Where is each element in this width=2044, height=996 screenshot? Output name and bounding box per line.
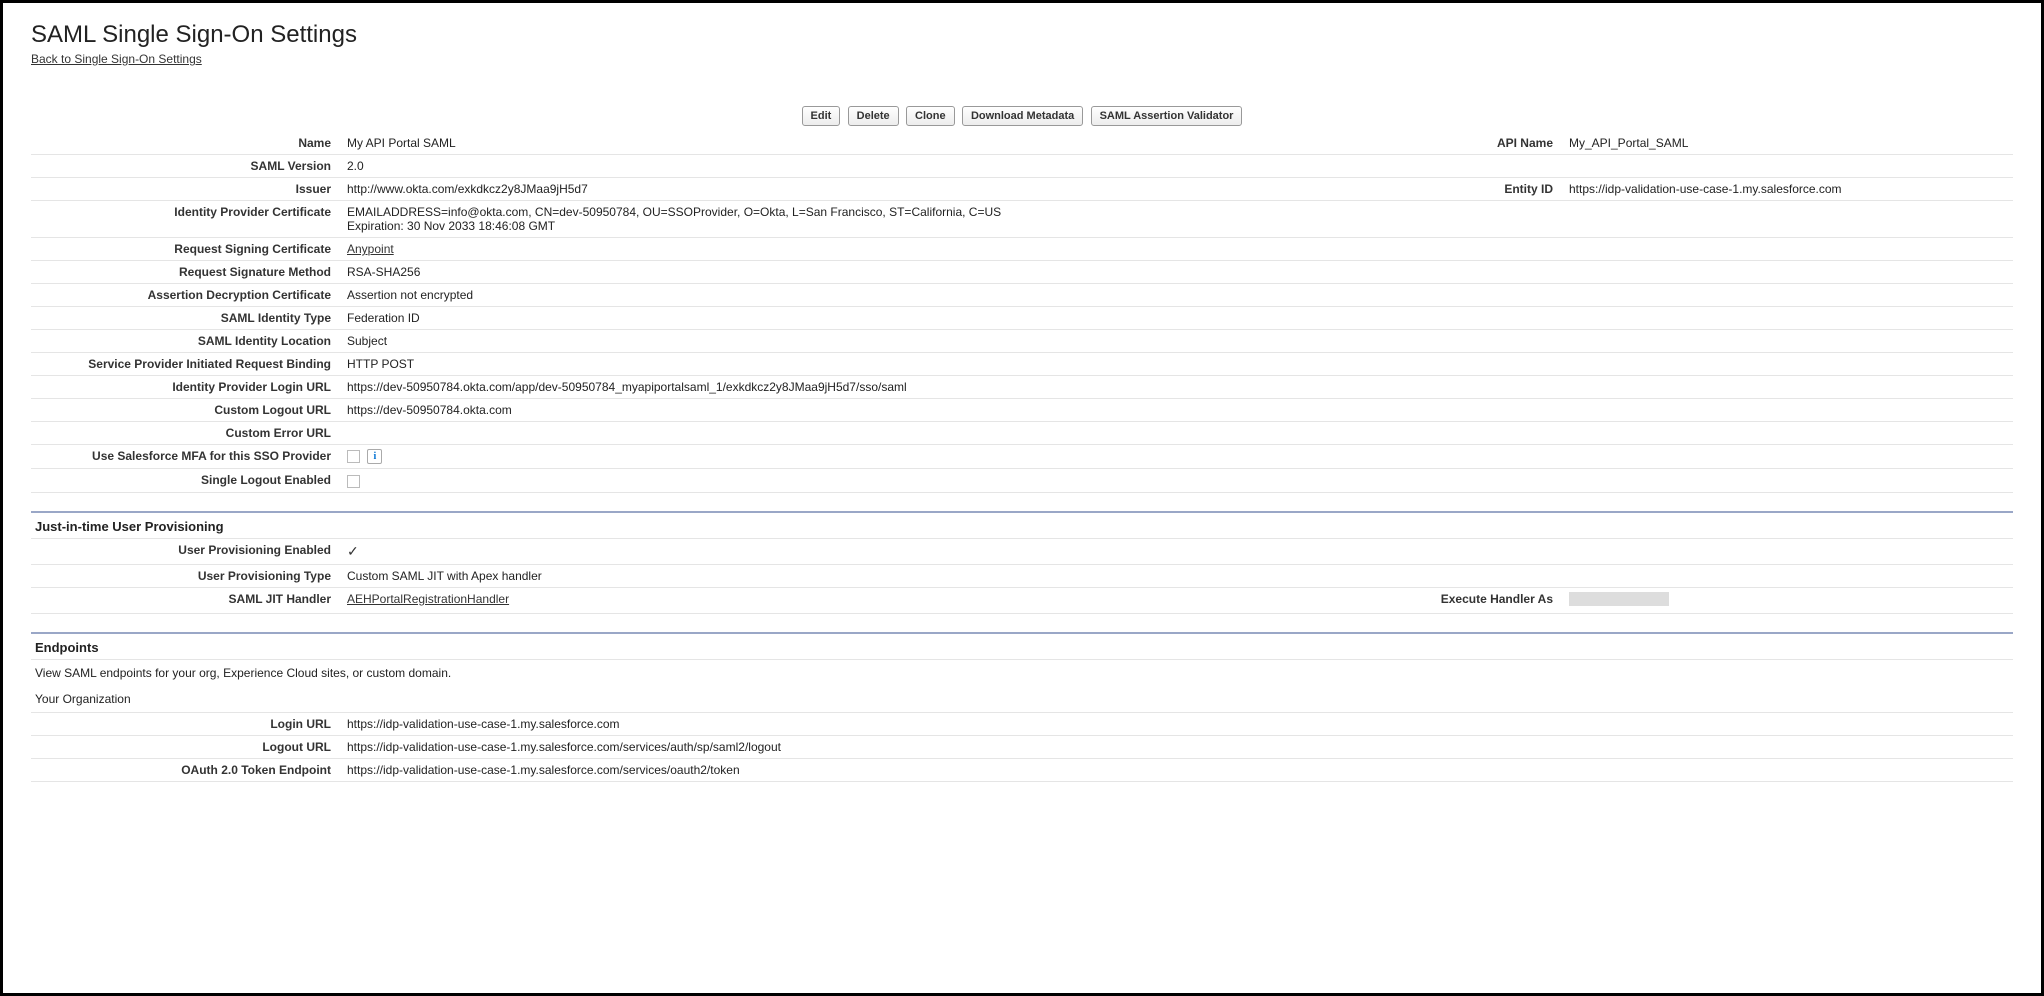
button-row: Edit Delete Clone Download Metadata SAML… bbox=[31, 106, 2013, 126]
label-login-url: Login URL bbox=[31, 713, 341, 736]
label-execute-handler-as: Execute Handler As bbox=[1403, 587, 1563, 613]
label-api-name: API Name bbox=[1403, 132, 1563, 155]
label-req-sign-cert: Request Signing Certificate bbox=[31, 238, 341, 261]
slo-checkbox bbox=[347, 475, 360, 488]
value-req-sig-method: RSA-SHA256 bbox=[341, 261, 2013, 284]
check-icon: ✓ bbox=[347, 543, 359, 559]
label-saml-identity-type: SAML Identity Type bbox=[31, 307, 341, 330]
label-req-sig-method: Request Signature Method bbox=[31, 261, 341, 284]
edit-button[interactable]: Edit bbox=[802, 106, 841, 126]
settings-table: Name My API Portal SAML API Name My_API_… bbox=[31, 132, 2013, 493]
your-organization-heading: Your Organization bbox=[31, 686, 2013, 713]
value-idp-login-url: https://dev-50950784.okta.com/app/dev-50… bbox=[341, 376, 2013, 399]
label-custom-error-url: Custom Error URL bbox=[31, 422, 341, 445]
page-title: SAML Single Sign-On Settings bbox=[31, 21, 2013, 49]
value-req-sign-cert[interactable]: Anypoint bbox=[347, 242, 394, 256]
section-endpoints: Endpoints bbox=[31, 632, 2013, 660]
value-entity-id: https://idp-validation-use-case-1.my.sal… bbox=[1563, 178, 2013, 201]
value-name: My API Portal SAML bbox=[341, 132, 1403, 155]
jit-table: User Provisioning Enabled ✓ User Provisi… bbox=[31, 539, 2013, 614]
mfa-checkbox bbox=[347, 450, 360, 463]
value-idp-cert: EMAILADDRESS=info@okta.com, CN=dev-50950… bbox=[341, 201, 2013, 238]
label-user-prov-enabled: User Provisioning Enabled bbox=[31, 539, 341, 565]
label-custom-logout-url: Custom Logout URL bbox=[31, 399, 341, 422]
label-saml-identity-location: SAML Identity Location bbox=[31, 330, 341, 353]
value-saml-version: 2.0 bbox=[341, 155, 2013, 178]
value-sp-binding: HTTP POST bbox=[341, 353, 2013, 376]
info-icon[interactable]: i bbox=[367, 449, 382, 464]
label-saml-version: SAML Version bbox=[31, 155, 341, 178]
delete-button[interactable]: Delete bbox=[848, 106, 899, 126]
value-saml-jit-handler[interactable]: AEHPortalRegistrationHandler bbox=[347, 592, 509, 606]
label-slo-enabled: Single Logout Enabled bbox=[31, 469, 341, 492]
value-custom-logout-url: https://dev-50950784.okta.com bbox=[341, 399, 2013, 422]
label-use-mfa: Use Salesforce MFA for this SSO Provider bbox=[31, 445, 341, 469]
value-assert-decrypt-cert: Assertion not encrypted bbox=[341, 284, 2013, 307]
value-logout-url: https://idp-validation-use-case-1.my.sal… bbox=[341, 735, 2013, 758]
idp-cert-line2: Expiration: 30 Nov 2033 18:46:08 GMT bbox=[347, 219, 555, 233]
label-name: Name bbox=[31, 132, 341, 155]
saml-assertion-validator-button[interactable]: SAML Assertion Validator bbox=[1091, 106, 1243, 126]
endpoints-description: View SAML endpoints for your org, Experi… bbox=[31, 660, 2013, 686]
value-saml-identity-location: Subject bbox=[341, 330, 2013, 353]
value-oauth-token-endpoint: https://idp-validation-use-case-1.my.sal… bbox=[341, 758, 2013, 781]
value-api-name: My_API_Portal_SAML bbox=[1563, 132, 2013, 155]
label-user-prov-type: User Provisioning Type bbox=[31, 564, 341, 587]
redacted-handler-user bbox=[1569, 592, 1669, 606]
label-idp-login-url: Identity Provider Login URL bbox=[31, 376, 341, 399]
section-jit-provisioning: Just-in-time User Provisioning bbox=[31, 511, 2013, 539]
label-saml-jit-handler: SAML JIT Handler bbox=[31, 587, 341, 613]
idp-cert-line1: EMAILADDRESS=info@okta.com, CN=dev-50950… bbox=[347, 205, 1001, 219]
label-oauth-token-endpoint: OAuth 2.0 Token Endpoint bbox=[31, 758, 341, 781]
clone-button[interactable]: Clone bbox=[906, 106, 955, 126]
label-issuer: Issuer bbox=[31, 178, 341, 201]
value-login-url: https://idp-validation-use-case-1.my.sal… bbox=[341, 713, 2013, 736]
label-idp-cert: Identity Provider Certificate bbox=[31, 201, 341, 238]
back-link[interactable]: Back to Single Sign-On Settings bbox=[31, 52, 202, 66]
value-custom-error-url bbox=[341, 422, 2013, 445]
value-user-prov-type: Custom SAML JIT with Apex handler bbox=[341, 564, 2013, 587]
label-sp-binding: Service Provider Initiated Request Bindi… bbox=[31, 353, 341, 376]
label-entity-id: Entity ID bbox=[1403, 178, 1563, 201]
label-logout-url: Logout URL bbox=[31, 735, 341, 758]
endpoints-table: Login URL https://idp-validation-use-cas… bbox=[31, 713, 2013, 782]
value-saml-identity-type: Federation ID bbox=[341, 307, 2013, 330]
value-issuer: http://www.okta.com/exkdkcz2y8JMaa9jH5d7 bbox=[341, 178, 1403, 201]
label-assert-decrypt-cert: Assertion Decryption Certificate bbox=[31, 284, 341, 307]
download-metadata-button[interactable]: Download Metadata bbox=[962, 106, 1083, 126]
